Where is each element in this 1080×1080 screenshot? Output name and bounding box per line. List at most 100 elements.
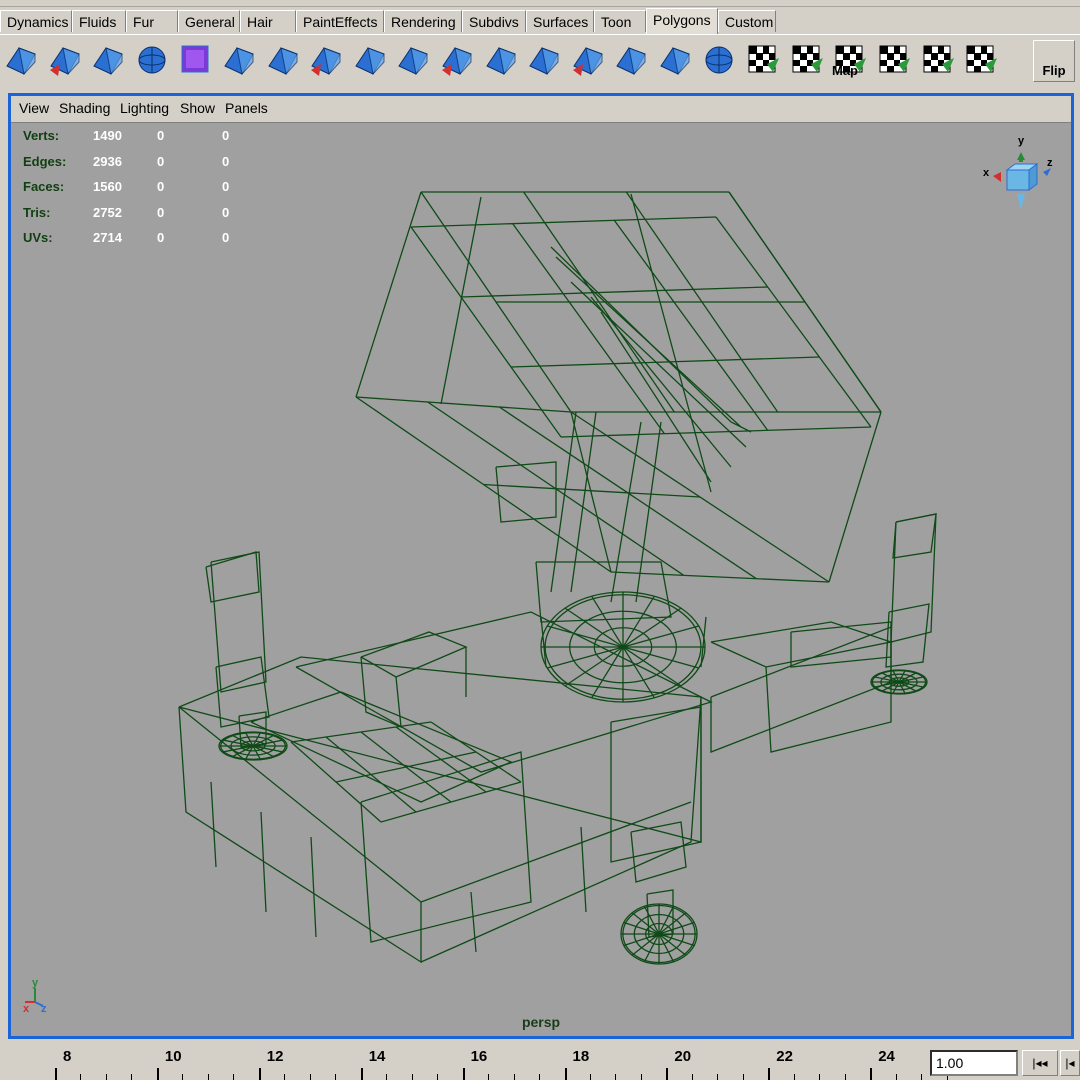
wire-edge <box>555 256 742 428</box>
poly-sphere-cube-icon[interactable] <box>2 40 40 80</box>
flip-button-label: Flip <box>1042 63 1066 78</box>
extrude-face-icon[interactable] <box>307 40 345 80</box>
timeline-tick <box>462 1068 465 1080</box>
timeline-minor-tick <box>640 1074 642 1080</box>
timeline-tick <box>258 1068 261 1080</box>
wire-edge <box>440 196 482 405</box>
shelf-tab-toon[interactable]: Toon <box>594 10 646 32</box>
shelf-tab-general[interactable]: General <box>178 10 240 32</box>
timeline-minor-tick <box>691 1074 693 1080</box>
timeline-tick <box>768 1068 771 1080</box>
timeline-minor-tick <box>844 1074 846 1080</box>
camera-name-label: persp <box>521 1014 561 1030</box>
combine-icon[interactable] <box>46 40 84 80</box>
timeline-minor-tick <box>539 1074 541 1080</box>
subdivide-icon[interactable] <box>525 40 563 80</box>
wire-edge <box>564 607 624 648</box>
wire-edge <box>580 826 587 913</box>
append-polygon-icon[interactable] <box>700 40 738 80</box>
view-cube-icon[interactable]: y x z <box>983 135 1053 210</box>
wire-edge <box>610 571 830 583</box>
timeline-tick-label: 10 <box>164 1048 182 1065</box>
wire-edge <box>360 631 468 678</box>
perspective-viewport[interactable]: View Shading Lighting Show Panels Verts: 1490… <box>8 93 1074 1039</box>
bevel-icon[interactable] <box>438 40 476 80</box>
top-menu-strip <box>0 0 1080 7</box>
flip-button[interactable]: Flip <box>1033 40 1075 82</box>
panel-menu-lighting[interactable]: Lighting <box>120 100 169 116</box>
wire-edge <box>355 396 572 413</box>
timeline-tick-label: 20 <box>674 1048 692 1065</box>
wire-edge <box>613 219 769 431</box>
duplicate-face-icon[interactable] <box>612 40 650 80</box>
shelf-tab-fluids[interactable]: Fluids <box>72 10 126 32</box>
shelf-tab-hair[interactable]: Hair <box>240 10 296 32</box>
step-back-button[interactable]: |◂ <box>1060 1050 1080 1076</box>
timeline-minor-tick <box>233 1074 235 1080</box>
panel-menu-panels[interactable]: Panels <box>225 100 268 116</box>
timeline-minor-tick <box>921 1074 923 1080</box>
timeline-tick-label: 12 <box>266 1048 284 1065</box>
separate-icon[interactable] <box>89 40 127 80</box>
split-polygon-icon[interactable] <box>394 40 432 80</box>
timeline-tick <box>666 1068 669 1080</box>
timeline-minor-tick <box>488 1074 490 1080</box>
panel-menu-view[interactable]: View <box>19 100 49 116</box>
view-cube-y-label: y <box>1018 135 1025 147</box>
merge-icon[interactable] <box>482 40 520 80</box>
extract-icon[interactable] <box>656 40 694 80</box>
shelf-tab-surfaces[interactable]: Surfaces <box>526 10 594 32</box>
wire-edge <box>892 513 937 559</box>
timeline-tick <box>360 1068 363 1080</box>
planar-map-icon[interactable] <box>787 40 825 80</box>
timeline-minor-tick <box>335 1074 337 1080</box>
map-uv-icon[interactable] <box>743 40 781 80</box>
timeline-minor-tick <box>284 1074 286 1080</box>
shelf-tab-polygons[interactable]: Polygons <box>646 8 718 34</box>
timeline-minor-tick <box>589 1074 591 1080</box>
triangulate-icon[interactable] <box>220 40 258 80</box>
shelf-tabs: Dynamics Fluids Fur General Hair PaintEffects… <box>0 8 1080 34</box>
wire-edge <box>590 296 732 468</box>
wire-edge <box>710 626 892 753</box>
shelf-tab-rendering[interactable]: Rendering <box>384 10 462 32</box>
current-frame-field[interactable]: 1.00 <box>930 1050 1018 1076</box>
panel-menu-show[interactable]: Show <box>180 100 215 116</box>
timeline-minor-tick <box>717 1074 719 1080</box>
timeline-tick-label: 16 <box>470 1048 488 1065</box>
shelf-tab-dynamics[interactable]: Dynamics <box>0 10 72 32</box>
auto-map-icon[interactable] <box>918 40 956 80</box>
uv-editor-icon[interactable] <box>961 40 999 80</box>
radar-wireframe-model[interactable]: y x z x y z <box>11 122 1071 1037</box>
shelf-tab-subdivs[interactable]: Subdivs <box>462 10 526 32</box>
timeline-minor-tick <box>207 1074 209 1080</box>
shelf-tab-painteffects[interactable]: PaintEffects <box>296 10 384 32</box>
wire-edge <box>360 656 402 729</box>
wire-edge <box>210 781 217 868</box>
view-cube-z-label: z <box>1047 157 1053 169</box>
panel-menu-bar: View Shading Lighting Show Panels <box>11 96 1071 123</box>
spherical-map-icon[interactable] <box>874 40 912 80</box>
timeline-minor-tick <box>793 1074 795 1080</box>
timeline-tick <box>564 1068 567 1080</box>
timeline-minor-tick <box>131 1074 133 1080</box>
smooth-sphere-icon[interactable] <box>133 40 171 80</box>
time-slider[interactable]: 8 10 12 14 16 18 20 22 24 <box>0 1042 1080 1080</box>
panel-menu-shading[interactable]: Shading <box>59 100 110 116</box>
wire-edge <box>622 646 682 687</box>
wire-edge <box>550 411 577 593</box>
timeline-minor-tick <box>386 1074 388 1080</box>
extrude-edge-icon[interactable] <box>351 40 389 80</box>
shelf-tab-fur[interactable]: Fur <box>126 10 178 32</box>
timeline-minor-tick <box>819 1074 821 1080</box>
select-face-icon[interactable] <box>264 40 302 80</box>
wedge-icon[interactable] <box>569 40 607 80</box>
rewind-button[interactable]: |◂◂ <box>1022 1050 1058 1076</box>
wire-edge <box>335 751 477 783</box>
polygons-shelf: Map Flip <box>0 34 1080 85</box>
reduce-cube-icon[interactable] <box>176 40 214 80</box>
wire-edge <box>560 426 872 438</box>
wire-edge <box>470 891 477 953</box>
wire-edge <box>410 216 717 228</box>
shelf-tab-custom[interactable]: Custom <box>718 10 776 32</box>
